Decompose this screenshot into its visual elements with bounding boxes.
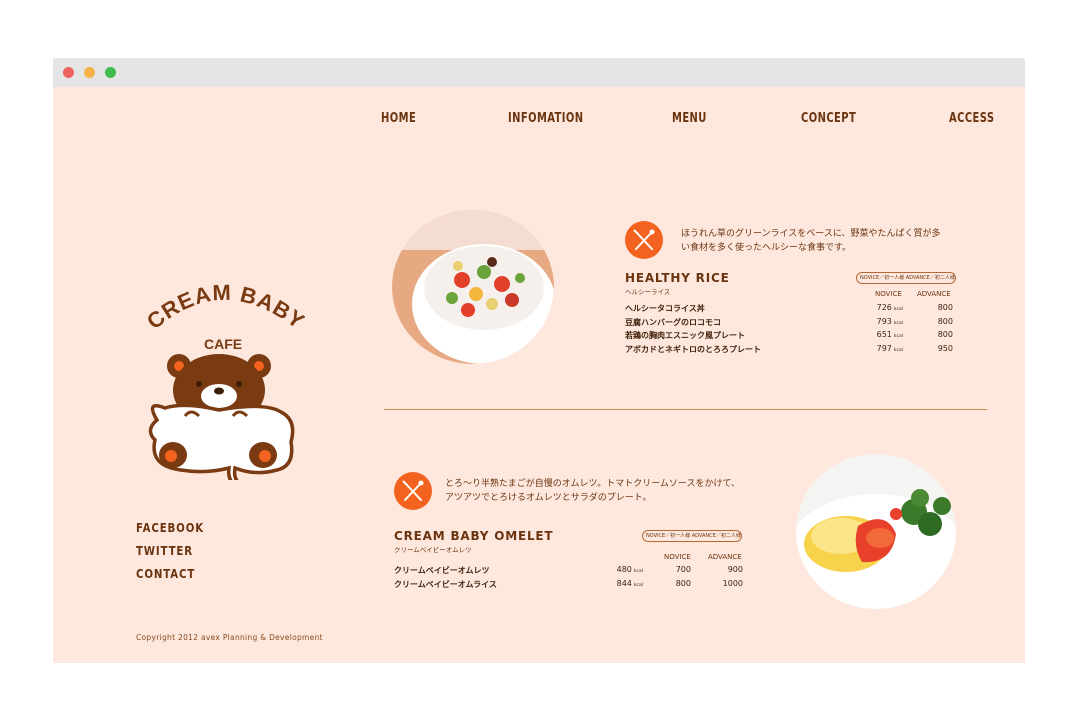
- level-tag: NOVICE／初一人様 ADVANCE／初二人様: [642, 530, 742, 542]
- description-line: い食材を多く使ったヘルシーな食事です。: [681, 243, 852, 253]
- kcal-value: 793: [876, 317, 892, 326]
- description-line: アツアツでとろけるオムレツとサラダのプレート。: [445, 493, 652, 503]
- menu-item-kcal: 797 kcal: [858, 344, 903, 353]
- minimize-window-button[interactable]: [84, 67, 95, 78]
- browser-window: HOME INFOMATION MENU CONCEPT ACCESS CREA…: [53, 58, 1025, 663]
- nav-concept[interactable]: CONCEPT: [801, 111, 856, 126]
- menu-item-name: ヘルシータコライス丼: [625, 304, 705, 313]
- fork-knife-icon: [394, 472, 432, 510]
- bear-logo-icon[interactable]: CREAM BABY CAFE: [135, 270, 305, 480]
- menu-item-name: クリームベイビーオムレツ: [394, 566, 490, 575]
- menu-item-name: 豆腐ハンバーグのロコモコ: [625, 318, 721, 327]
- kcal-unit: kcal: [893, 307, 903, 312]
- kcal-value: 651: [876, 330, 892, 339]
- healthy-rice-subtitle: ヘルシーライス: [625, 288, 671, 296]
- omelet-title: CREAM BABY OMELET: [394, 529, 554, 543]
- contact-link[interactable]: CONTACT: [136, 567, 195, 581]
- level-tag: NOVICE／初一人様 ADVANCE／初二人様: [856, 272, 956, 284]
- kcal-value: 844: [616, 579, 632, 588]
- menu-item-name: 若鶏の胸肉エスニック風プレート: [625, 331, 745, 340]
- kcal-unit: kcal: [633, 569, 643, 574]
- omelet-photo: [796, 454, 956, 609]
- kcal-value: 797: [876, 344, 892, 353]
- nav-home[interactable]: HOME: [381, 111, 416, 126]
- description-line: とろ～り半熟たまごが自慢のオムレツ。トマトクリームソースをかけて、: [445, 479, 741, 489]
- svg-text:CREAM BABY: CREAM BABY: [142, 280, 305, 334]
- fork-knife-icon: [625, 221, 663, 259]
- menu-item-price: 800: [937, 317, 953, 326]
- healthy-rice-photo: [392, 210, 554, 364]
- kcal-unit: kcal: [633, 583, 643, 588]
- col-novice: NOVICE: [664, 553, 691, 561]
- menu-item-kcal: 793 kcal: [858, 317, 903, 326]
- menu-item-price-advance: 1000: [722, 579, 743, 588]
- description-line: ほうれん草のグリーンライスをベースに、野菜やたんぱく質が多: [681, 229, 941, 239]
- menu-item-price: 800: [937, 330, 953, 339]
- col-advance: ADVANCE: [917, 290, 951, 298]
- menu-item-price: 950: [937, 344, 953, 353]
- section-divider: [384, 409, 987, 410]
- page: HOME INFOMATION MENU CONCEPT ACCESS CREA…: [53, 87, 1025, 663]
- facebook-link[interactable]: FACEBOOK: [136, 521, 204, 535]
- nav-menu[interactable]: MENU: [672, 111, 707, 126]
- menu-item-kcal: 651 kcal: [858, 330, 903, 339]
- browser-chrome: [53, 58, 1025, 87]
- kcal-value: 726: [876, 303, 892, 312]
- menu-item-kcal: 844 kcal: [598, 579, 643, 588]
- kcal-unit: kcal: [893, 334, 903, 339]
- col-novice: NOVICE: [875, 290, 902, 298]
- kcal-unit: kcal: [893, 321, 903, 326]
- menu-item-price-novice: 700: [675, 565, 691, 574]
- healthy-rice-description: ほうれん草のグリーンライスをベースに、野菜やたんぱく質が多 い食材を多く使ったヘ…: [681, 227, 941, 255]
- menu-item-kcal: 726 kcal: [858, 303, 903, 312]
- menu-item-price-advance: 900: [727, 565, 743, 574]
- copyright: Copyright 2012 avex Planning & Developme…: [136, 633, 323, 642]
- maximize-window-button[interactable]: [105, 67, 116, 78]
- menu-item-name: アボカドとネギトロのとろろプレート: [625, 345, 761, 354]
- menu-item-price: 800: [937, 303, 953, 312]
- svg-text:CAFE: CAFE: [204, 336, 242, 352]
- close-window-button[interactable]: [63, 67, 74, 78]
- menu-item-price-novice: 800: [675, 579, 691, 588]
- nav-access[interactable]: ACCESS: [949, 111, 994, 126]
- menu-item-kcal: 480 kcal: [598, 565, 643, 574]
- twitter-link[interactable]: TWITTER: [136, 544, 193, 558]
- kcal-unit: kcal: [893, 348, 903, 353]
- healthy-rice-title: HEALTHY RICE: [625, 271, 730, 285]
- menu-item-name: クリームベイビーオムライス: [394, 580, 497, 589]
- omelet-description: とろ～り半熟たまごが自慢のオムレツ。トマトクリームソースをかけて、 アツアツでと…: [445, 477, 740, 505]
- kcal-value: 480: [616, 565, 632, 574]
- col-advance: ADVANCE: [708, 553, 742, 561]
- nav-information[interactable]: INFOMATION: [508, 111, 583, 126]
- omelet-subtitle: クリームベイビーオムレツ: [394, 546, 472, 554]
